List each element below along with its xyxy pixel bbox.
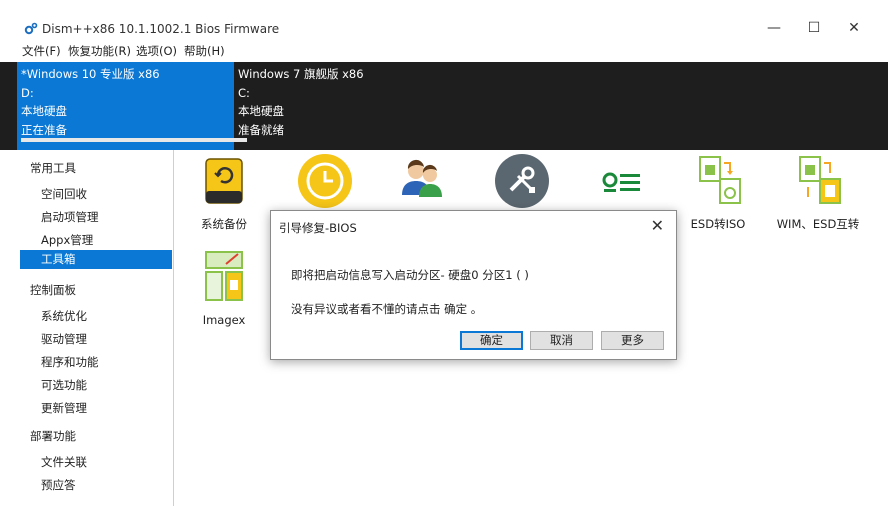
sidebar-item-programs[interactable]: 程序和功能 <box>41 354 99 370</box>
menu-file[interactable]: 文件(F) <box>22 44 61 58</box>
sidebar-item-updates[interactable]: 更新管理 <box>41 400 87 416</box>
sidebar-item-toolbox[interactable]: 工具箱 <box>20 250 172 269</box>
menu-bar: 文件(F) 恢复功能(R) 选项(O) 帮助(H) <box>0 42 888 60</box>
title-bar: Dism++x86 10.1.1002.1 Bios Firmware — ☐ … <box>0 0 888 40</box>
tool-wim-esd-convert[interactable]: WIM、ESD互转 <box>773 153 863 232</box>
sidebar-group-control-panel: 控制面板 <box>30 283 76 297</box>
more-button[interactable]: 更多 <box>601 331 664 350</box>
dialog-close-icon[interactable]: ✕ <box>651 216 664 235</box>
tool-accounts[interactable] <box>377 153 467 216</box>
system-disk: 本地硬盘 <box>21 104 67 118</box>
drive-backup-icon <box>205 158 243 204</box>
system-selector-bar: *Windows 10 专业版 x86 D: 本地硬盘 正在准备 Windows… <box>0 62 888 150</box>
sidebar-item-appx[interactable]: Appx管理 <box>41 232 93 248</box>
dialog-title: 引导修复-BIOS <box>279 221 357 235</box>
tools-icon <box>495 154 549 208</box>
tool-label: 系统备份 <box>201 217 247 231</box>
sidebar-item-file-assoc[interactable]: 文件关联 <box>41 454 87 470</box>
cancel-button[interactable]: 取消 <box>530 331 593 350</box>
ok-button[interactable]: 确定 <box>460 331 523 350</box>
users-icon <box>402 159 442 197</box>
menu-help[interactable]: 帮助(H) <box>184 44 225 58</box>
sidebar: 常用工具 空间回收 启动项管理 Appx管理 工具箱 控制面板 系统优化 驱动管… <box>17 150 174 506</box>
dialog-message-target: 即将把启动信息写入启动分区- 硬盘0 分区1 ( ) <box>291 268 529 282</box>
sidebar-item-startup[interactable]: 启动项管理 <box>41 209 99 225</box>
dialog-message-confirm: 没有异议或者看不懂的请点击 确定 。 <box>291 302 483 316</box>
system-disk: 本地硬盘 <box>238 104 284 118</box>
tool-label: WIM、ESD互转 <box>776 217 860 231</box>
tool-label: ESD转ISO <box>690 217 746 231</box>
list-icon <box>602 172 640 192</box>
imagex-icon <box>205 251 243 301</box>
close-button[interactable]: ✕ <box>834 14 874 42</box>
sidebar-group-common-tools: 常用工具 <box>30 161 76 175</box>
minimize-button[interactable]: — <box>754 14 794 42</box>
menu-restore[interactable]: 恢复功能(R) <box>68 44 131 58</box>
boot-repair-dialog: 引导修复-BIOS ✕ 即将把启动信息写入启动分区- 硬盘0 分区1 ( ) 没… <box>270 210 677 360</box>
sidebar-item-system-optimize[interactable]: 系统优化 <box>41 308 87 324</box>
system-tile-win7[interactable]: Windows 7 旗舰版 x86 C: 本地硬盘 准备就绪 <box>234 62 888 150</box>
sidebar-item-optional-features[interactable]: 可选功能 <box>41 377 87 393</box>
system-tile-win10[interactable]: *Windows 10 专业版 x86 D: 本地硬盘 正在准备 <box>17 62 247 150</box>
system-drive: C: <box>238 85 250 100</box>
system-name: *Windows 10 专业版 x86 <box>21 67 160 81</box>
tool-system-backup[interactable]: 系统备份 <box>179 153 269 232</box>
system-drive: D: <box>21 85 34 100</box>
tool-esd-to-iso[interactable]: ESD转ISO <box>673 153 763 232</box>
sidebar-item-answer-file[interactable]: 预应答 <box>41 477 76 493</box>
progress-bar <box>21 138 247 142</box>
tool-imagex[interactable]: Imagex <box>179 250 269 327</box>
system-status: 准备就绪 <box>238 122 284 137</box>
clock-restore-icon <box>298 154 352 208</box>
tool-restore[interactable] <box>280 153 370 216</box>
system-status: 正在准备 <box>21 122 67 137</box>
sidebar-item-space-cleanup[interactable]: 空间回收 <box>41 186 87 202</box>
system-name: Windows 7 旗舰版 x86 <box>238 67 364 81</box>
gear-icon <box>24 22 38 35</box>
wim-esd-icon <box>799 156 841 204</box>
maximize-button[interactable]: ☐ <box>794 14 834 42</box>
tool-list[interactable] <box>575 153 665 216</box>
window-title: Dism++x86 10.1.1002.1 Bios Firmware <box>42 22 280 36</box>
sidebar-group-deploy: 部署功能 <box>30 429 76 443</box>
esd-iso-icon <box>699 156 741 204</box>
sidebar-item-drivers[interactable]: 驱动管理 <box>41 331 87 347</box>
tool-label: Imagex <box>202 313 246 327</box>
tool-repair[interactable] <box>477 153 567 216</box>
menu-options[interactable]: 选项(O) <box>136 44 177 58</box>
